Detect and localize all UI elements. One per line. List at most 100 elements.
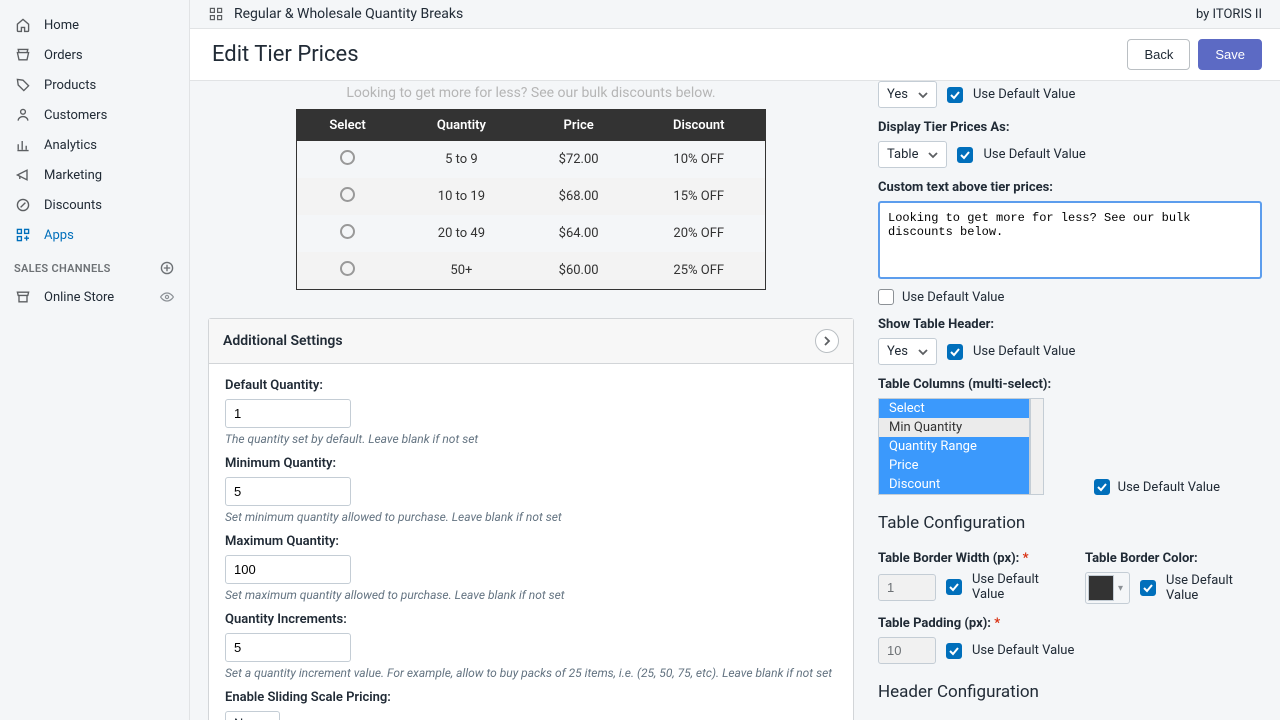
multiselect-option[interactable]: Discount: [879, 475, 1029, 494]
back-button[interactable]: Back: [1127, 39, 1190, 70]
sidebar-item-label: Customers: [44, 108, 107, 123]
max-qty-input[interactable]: [225, 555, 351, 584]
multiselect-option[interactable]: Min Quantity: [879, 418, 1029, 437]
cell-disc: 25% OFF: [633, 252, 766, 290]
custom-text-input[interactable]: Looking to get more for less? See our bu…: [878, 201, 1262, 279]
sidebar-item-customers[interactable]: Customers: [0, 100, 189, 130]
orders-icon: [14, 46, 32, 64]
checkbox[interactable]: [878, 289, 894, 305]
main: Regular & Wholesale Quantity Breaks by I…: [190, 0, 1280, 720]
padding-label: Table Padding (px): *: [878, 616, 1262, 631]
cell-qty: 20 to 49: [398, 215, 525, 252]
use-default-label: Use Default Value: [902, 290, 1004, 305]
app-title: Regular & Wholesale Quantity Breaks: [234, 6, 463, 22]
sidebar-item-marketing[interactable]: Marketing: [0, 160, 189, 190]
header-config-title: Header Configuration: [878, 682, 1262, 702]
sidebar-section: SALES CHANNELS: [0, 250, 189, 282]
table-row: 20 to 49$64.0020% OFF: [297, 215, 766, 252]
chevron-down-icon: [928, 150, 938, 160]
sidebar-item-label: Products: [44, 78, 96, 93]
cell-qty: 5 to 9: [398, 141, 525, 178]
card-header: Additional Settings: [209, 319, 853, 364]
border-color-picker[interactable]: ▾: [1085, 572, 1130, 604]
show-header-select[interactable]: Yes: [878, 338, 937, 365]
table-row: 50+$60.0025% OFF: [297, 252, 766, 290]
radio[interactable]: [340, 224, 355, 239]
additional-settings-card: Additional Settings Default Quantity: The…: [208, 318, 854, 720]
border-color-label: Table Border Color:: [1085, 551, 1262, 566]
top-yes-select[interactable]: Yes: [878, 81, 937, 108]
padding-input[interactable]: [878, 637, 936, 664]
cell-price: $72.00: [525, 141, 633, 178]
sidebar-item-label: Orders: [44, 48, 83, 63]
store-icon: [14, 288, 32, 306]
sidebar-item-online-store[interactable]: Online Store: [0, 282, 189, 312]
checkbox[interactable]: [947, 87, 963, 103]
sidebar-item-label: Marketing: [44, 168, 102, 183]
sliding-label: Enable Sliding Scale Pricing:: [225, 690, 837, 705]
default-qty-label: Default Quantity:: [225, 378, 837, 393]
save-button[interactable]: Save: [1198, 39, 1262, 70]
radio[interactable]: [340, 150, 355, 165]
display-as-select[interactable]: Table: [878, 141, 947, 168]
use-default-label: Use Default Value: [972, 572, 1055, 602]
th-select: Select: [297, 110, 399, 142]
use-default-label: Use Default Value: [972, 643, 1074, 658]
multiselect-option[interactable]: Price: [879, 456, 1029, 475]
use-default-label: Use Default Value: [1166, 573, 1262, 603]
table-row: 10 to 19$68.0015% OFF: [297, 178, 766, 215]
max-qty-hint: Set maximum quantity allowed to purchase…: [225, 588, 837, 602]
multiselect-option[interactable]: Quantity Range: [879, 437, 1029, 456]
sliding-select[interactable]: No: [225, 711, 280, 720]
preview-table: Select Quantity Price Discount 5 to 9$72…: [296, 109, 766, 290]
sidebar-item-label: Apps: [44, 228, 74, 243]
sidebar-item-discounts[interactable]: Discounts: [0, 190, 189, 220]
expand-button[interactable]: [815, 329, 839, 353]
scrollbar[interactable]: [1030, 398, 1044, 495]
chevron-down-icon: ▾: [1114, 583, 1127, 594]
th-quantity: Quantity: [398, 110, 525, 142]
add-channel-icon[interactable]: [159, 260, 175, 276]
chevron-down-icon: [918, 90, 928, 100]
sidebar-item-products[interactable]: Products: [0, 70, 189, 100]
eye-icon[interactable]: [159, 289, 175, 305]
checkbox[interactable]: [946, 579, 962, 595]
sidebar-item-apps[interactable]: Apps: [0, 220, 189, 250]
columns-label: Table Columns (multi-select):: [878, 377, 1262, 392]
checkbox[interactable]: [947, 344, 963, 360]
sidebar-item-label: Analytics: [44, 138, 97, 153]
default-qty-input[interactable]: [225, 399, 351, 428]
border-width-input[interactable]: [878, 574, 936, 601]
topbar: Regular & Wholesale Quantity Breaks by I…: [190, 0, 1280, 29]
sidebar-item-orders[interactable]: Orders: [0, 40, 189, 70]
incr-input[interactable]: [225, 633, 351, 662]
default-qty-hint: The quantity set by default. Leave blank…: [225, 432, 837, 446]
content: Looking to get more for less? See our bu…: [190, 81, 1280, 720]
columns-multiselect[interactable]: SelectMin QuantityQuantity RangePriceDis…: [878, 398, 1030, 495]
min-qty-input[interactable]: [225, 477, 351, 506]
products-icon: [14, 76, 32, 94]
sidebar-item-analytics[interactable]: Analytics: [0, 130, 189, 160]
checkbox[interactable]: [957, 147, 973, 163]
checkbox[interactable]: [946, 643, 962, 659]
checkbox[interactable]: [1140, 580, 1156, 596]
home-icon: [14, 16, 32, 34]
use-default-label: Use Default Value: [973, 87, 1075, 102]
customers-icon: [14, 106, 32, 124]
use-default-label: Use Default Value: [1118, 480, 1220, 495]
radio[interactable]: [340, 261, 355, 276]
checkbox[interactable]: [1094, 479, 1110, 495]
page-title: Edit Tier Prices: [212, 42, 359, 67]
radio[interactable]: [340, 187, 355, 202]
sidebar-item-label: Home: [44, 18, 79, 33]
cell-price: $64.00: [525, 215, 633, 252]
cell-disc: 15% OFF: [633, 178, 766, 215]
multiselect-option[interactable]: Select: [879, 399, 1029, 418]
preview-box: Looking to get more for less? See our bu…: [208, 81, 854, 290]
cell-price: $60.00: [525, 252, 633, 290]
use-default-label: Use Default Value: [973, 344, 1075, 359]
right-panel: Yes Use Default Value Display Tier Price…: [872, 81, 1280, 720]
sidebar-item-home[interactable]: Home: [0, 10, 189, 40]
table-row: 5 to 9$72.0010% OFF: [297, 141, 766, 178]
incr-hint: Set a quantity increment value. For exam…: [225, 666, 837, 680]
